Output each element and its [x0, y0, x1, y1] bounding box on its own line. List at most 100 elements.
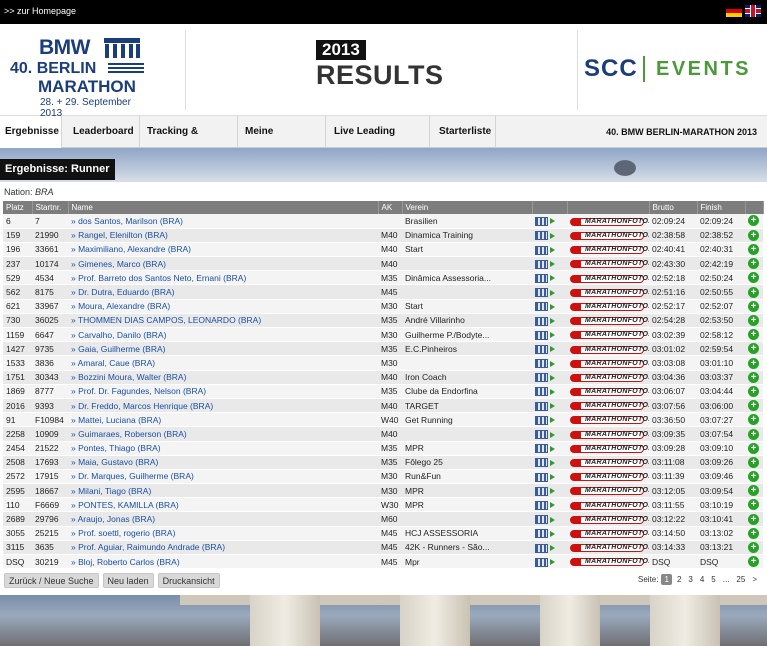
cell-name-link[interactable]: » Dr. Freddo, Marcos Henrique (BRA)	[68, 398, 378, 414]
play-icon[interactable]	[550, 289, 555, 296]
marathonfoto-logo[interactable]: MARATHONFOTO.com	[570, 359, 649, 368]
marathonfoto-logo[interactable]: MARATHONFOTO.com	[570, 444, 649, 453]
tab-live-leading-group[interactable]: Live Leading Group	[326, 116, 430, 169]
video-icon[interactable]	[535, 444, 548, 454]
marathonfoto-logo[interactable]: MARATHONFOTO.com	[570, 260, 649, 269]
video-icon[interactable]	[535, 316, 548, 326]
cell-name-link[interactable]: » Maximiliano, Alexandre (BRA)	[68, 242, 378, 258]
video-icon[interactable]	[535, 387, 548, 397]
play-icon[interactable]	[550, 516, 555, 523]
play-icon[interactable]	[550, 388, 555, 395]
tab-leaderboard[interactable]: Leaderboard	[62, 116, 140, 148]
video-icon[interactable]	[535, 259, 548, 269]
tab-ergebnisse[interactable]: Ergebnisse	[0, 116, 62, 148]
reload-button[interactable]: Neu laden	[102, 573, 154, 588]
cell-name-link[interactable]: » Dr. Marques, Guilherme (BRA)	[68, 469, 378, 485]
video-icon[interactable]	[535, 500, 548, 510]
video-icon[interactable]	[535, 529, 548, 539]
marathonfoto-logo[interactable]: MARATHONFOTO.com	[570, 274, 649, 283]
play-icon[interactable]	[550, 303, 555, 310]
marathonfoto-logo[interactable]: MARATHONFOTO.com	[570, 515, 649, 524]
cell-name-link[interactable]: » Guimaraes, Roberson (BRA)	[68, 426, 378, 442]
cell-name-link[interactable]: » Prof. Aguiar, Raimundo Andrade (BRA)	[68, 540, 378, 556]
video-icon[interactable]	[535, 302, 548, 312]
cell-name-link[interactable]: » Moura, Alexandre (BRA)	[68, 299, 378, 314]
events-logo[interactable]: EVENTS	[656, 58, 751, 81]
video-icon[interactable]	[535, 415, 548, 425]
cell-name-link[interactable]: » Milani, Tiago (BRA)	[68, 483, 378, 499]
german-flag-icon[interactable]	[726, 5, 742, 17]
tab-meine-favoriten[interactable]: Meine Favoriten	[238, 116, 326, 169]
marathonfoto-logo[interactable]: MARATHONFOTO.com	[570, 402, 649, 411]
cell-name-link[interactable]: » Gimenes, Marco (BRA)	[68, 256, 378, 272]
play-icon[interactable]	[550, 403, 555, 410]
add-favorite-icon[interactable]: +	[748, 329, 759, 341]
video-icon[interactable]	[535, 288, 548, 298]
play-icon[interactable]	[550, 559, 555, 566]
tab-tracking-replay[interactable]: Tracking & Replay	[140, 116, 238, 169]
add-favorite-icon[interactable]: +	[748, 442, 759, 454]
play-icon[interactable]	[550, 445, 555, 452]
marathonfoto-logo[interactable]: MARATHONFOTO.com	[570, 459, 649, 468]
video-icon[interactable]	[535, 486, 548, 496]
add-favorite-icon[interactable]: +	[748, 258, 759, 270]
cell-name-link[interactable]: » Maia, Gustavo (BRA)	[68, 455, 378, 470]
marathonfoto-logo[interactable]: MARATHONFOTO.com	[570, 558, 649, 567]
add-favorite-icon[interactable]: +	[748, 428, 759, 440]
marathonfoto-logo[interactable]: MARATHONFOTO.com	[570, 317, 649, 326]
add-favorite-icon[interactable]: +	[748, 471, 759, 483]
play-icon[interactable]	[550, 332, 555, 339]
cell-name-link[interactable]: » Bloj, Roberto Carlos (BRA)	[68, 554, 378, 570]
marathonfoto-logo[interactable]: MARATHONFOTO.com	[570, 473, 649, 482]
cell-name-link[interactable]: » Rangel, Elenilton (BRA)	[68, 228, 378, 243]
play-icon[interactable]	[550, 247, 555, 254]
add-favorite-icon[interactable]: +	[748, 513, 759, 525]
tab-starterliste[interactable]: Starterliste	[430, 116, 496, 148]
play-icon[interactable]	[550, 431, 555, 438]
video-icon[interactable]	[535, 472, 548, 482]
print-view-button[interactable]: Druckansicht	[157, 573, 220, 588]
add-favorite-icon[interactable]: +	[748, 456, 759, 468]
marathonfoto-logo[interactable]: MARATHONFOTO.com	[570, 246, 649, 255]
back-new-search-button[interactable]: Zurück / Neue Suche	[4, 573, 99, 588]
col-brutto[interactable]: Brutto	[649, 201, 698, 214]
marathonfoto-logo[interactable]: MARATHONFOTO.com	[570, 487, 649, 496]
marathonfoto-logo[interactable]: MARATHONFOTO.com	[570, 501, 649, 510]
page-1[interactable]: 1	[661, 574, 672, 585]
marathonfoto-logo[interactable]: MARATHONFOTO.com	[570, 529, 649, 538]
add-favorite-icon[interactable]: +	[748, 414, 759, 426]
english-flag-icon[interactable]	[745, 5, 761, 17]
cell-name-link[interactable]: » Amaral, Caue (BRA)	[68, 355, 378, 371]
play-icon[interactable]	[550, 488, 555, 495]
add-favorite-icon[interactable]: +	[748, 300, 759, 312]
play-icon[interactable]	[550, 530, 555, 537]
marathonfoto-logo[interactable]: MARATHONFOTO.com	[570, 416, 649, 425]
video-icon[interactable]	[535, 557, 548, 567]
video-icon[interactable]	[535, 330, 548, 340]
col-name[interactable]: Name	[68, 201, 379, 214]
add-favorite-icon[interactable]: +	[748, 556, 759, 568]
cell-name-link[interactable]: » PONTES, KAMILLA (BRA)	[68, 497, 378, 513]
play-icon[interactable]	[550, 261, 555, 268]
video-icon[interactable]	[535, 401, 548, 411]
marathonfoto-logo[interactable]: MARATHONFOTO.com	[570, 373, 649, 382]
video-icon[interactable]	[535, 245, 548, 255]
play-icon[interactable]	[550, 232, 555, 239]
page-5[interactable]: 5	[709, 575, 717, 584]
cell-name-link[interactable]: » Prof. Dr. Fagundes, Nelson (BRA)	[68, 384, 378, 399]
cell-name-link[interactable]: » Mattei, Luciana (BRA)	[68, 412, 378, 428]
add-favorite-icon[interactable]: +	[748, 286, 759, 298]
add-favorite-icon[interactable]: +	[748, 315, 759, 327]
play-icon[interactable]	[550, 474, 555, 481]
add-favorite-icon[interactable]: +	[748, 272, 759, 284]
page-25[interactable]: 25	[734, 575, 747, 584]
next-page-button[interactable]: >	[750, 575, 759, 584]
cell-name-link[interactable]: » Gaia, Guilherme (BRA)	[68, 341, 378, 357]
play-icon[interactable]	[550, 417, 555, 424]
play-icon[interactable]	[550, 374, 555, 381]
cell-name-link[interactable]: » Pontes, Thiago (BRA)	[68, 441, 378, 456]
homepage-link[interactable]: >> zur Homepage	[4, 6, 76, 16]
add-favorite-icon[interactable]: +	[748, 485, 759, 497]
marathonfoto-logo[interactable]: MARATHONFOTO.com	[570, 388, 649, 397]
video-icon[interactable]	[535, 359, 548, 369]
